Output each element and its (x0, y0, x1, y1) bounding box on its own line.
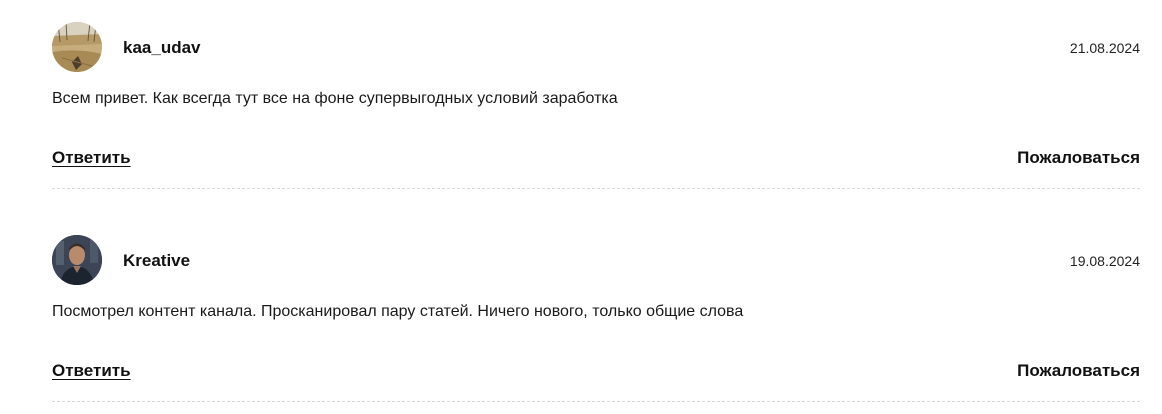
avatar (52, 22, 102, 72)
comment-item: kaa_udav 21.08.2024 Всем привет. Как все… (52, 22, 1140, 189)
comment-actions: Ответить Пожаловаться (52, 148, 1140, 170)
comment-author: Kreative (123, 251, 191, 270)
comment-header: kaa_udav 21.08.2024 (52, 22, 1140, 74)
divider (52, 188, 1140, 189)
comment-text: Посмотрел контент канала. Просканировал … (52, 303, 744, 320)
reply-button[interactable]: Ответить (52, 361, 131, 381)
comment-actions: Ответить Пожаловаться (52, 361, 1140, 383)
avatar (52, 235, 102, 285)
reply-button[interactable]: Ответить (52, 148, 131, 168)
comment-date: 19.08.2024 (1069, 253, 1140, 269)
report-button[interactable]: Пожаловаться (1017, 361, 1140, 381)
comment-item: Kreative 19.08.2024 Посмотрел контент ка… (52, 235, 1140, 402)
comment-date: 21.08.2024 (1069, 40, 1140, 56)
comment-header: Kreative 19.08.2024 (52, 235, 1140, 287)
comment-text: Всем привет. Как всегда тут все на фоне … (52, 90, 618, 107)
person-photo-avatar-icon (52, 235, 102, 285)
divider (52, 401, 1140, 402)
landscape-photo-avatar-icon (52, 22, 102, 72)
comment-author: kaa_udav (123, 38, 201, 57)
report-button[interactable]: Пожаловаться (1017, 148, 1140, 168)
